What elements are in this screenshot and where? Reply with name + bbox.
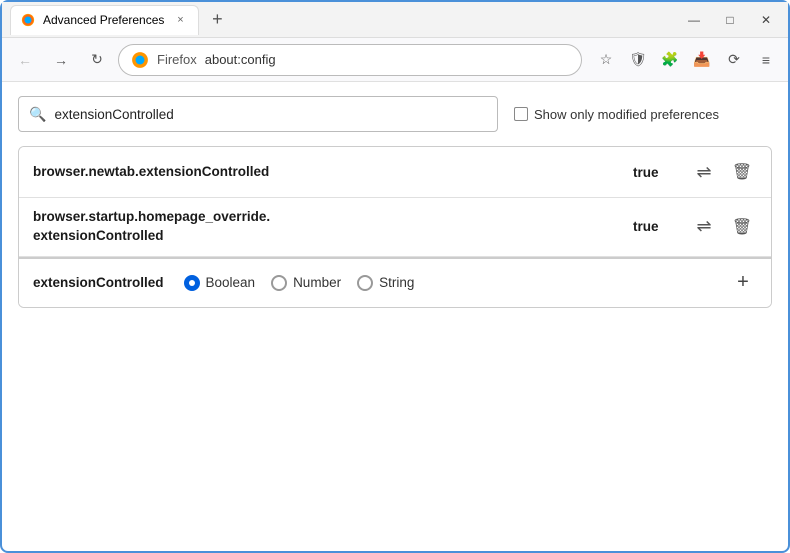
shield-icon: 🛡 [629, 51, 647, 68]
radio-number[interactable]: Number [271, 275, 341, 291]
forward-button[interactable]: → [46, 45, 76, 75]
menu-icon: ≡ [762, 52, 770, 68]
search-input[interactable] [54, 107, 487, 122]
new-preference-row: extensionControlled Boolean Number Strin… [19, 257, 771, 307]
trash-icon-1: 🗑 [732, 162, 752, 182]
browser-tab[interactable]: Advanced Preferences × [10, 5, 199, 35]
pref-name-2: browser.startup.homepage_override. exten… [33, 208, 633, 246]
new-pref-name: extensionControlled [33, 275, 164, 290]
search-row: 🔍 Show only modified preferences [18, 96, 772, 132]
radio-boolean[interactable]: Boolean [184, 275, 256, 291]
delete-button-1[interactable]: 🗑 [727, 157, 757, 187]
search-icon: 🔍 [29, 106, 46, 123]
pref-actions-1: ⇌ 🗑 [689, 157, 757, 187]
close-window-button[interactable]: ✕ [752, 6, 780, 34]
radio-circle-number [271, 275, 287, 291]
delete-button-2[interactable]: 🗑 [727, 212, 757, 242]
window-controls: — □ ✕ [680, 6, 780, 34]
extension-icon: 🧩 [661, 51, 678, 68]
maximize-button[interactable]: □ [716, 6, 744, 34]
nav-icons: ☆ 🛡 🧩 📥 ⟳ ≡ [592, 46, 780, 74]
type-radio-group: Boolean Number String [184, 275, 729, 291]
transfer-icon-1: ⇌ [696, 162, 711, 183]
address-text: about:config [205, 52, 569, 67]
address-bar[interactable]: Firefox about:config [118, 44, 582, 76]
title-bar: Advanced Preferences × + — □ ✕ [2, 2, 788, 38]
radio-label-string: String [379, 275, 414, 290]
extensions-button[interactable]: 🧩 [656, 46, 684, 74]
radio-label-boolean: Boolean [206, 275, 256, 290]
pref-value-1: true [633, 165, 673, 180]
firefox-label: Firefox [157, 52, 197, 67]
plus-icon: + [737, 271, 749, 294]
sync-icon: ⟳ [728, 51, 740, 68]
add-preference-button[interactable]: + [729, 269, 757, 297]
tab-close-button[interactable]: × [172, 12, 188, 28]
radio-circle-string [357, 275, 373, 291]
preferences-table: browser.newtab.extensionControlled true … [18, 146, 772, 308]
show-modified-checkbox[interactable] [514, 107, 528, 121]
radio-string[interactable]: String [357, 275, 414, 291]
menu-button[interactable]: ≡ [752, 46, 780, 74]
bookmark-icon: ☆ [600, 51, 613, 68]
content-area: risk.com 🔍 Show only modified preference… [2, 82, 788, 322]
download-button[interactable]: 📥 [688, 46, 716, 74]
radio-label-number: Number [293, 275, 341, 290]
radio-circle-boolean [184, 275, 200, 291]
bookmark-button[interactable]: ☆ [592, 46, 620, 74]
nav-bar: ← → ↻ Firefox about:config ☆ 🛡 🧩 📥 ⟳ [2, 38, 788, 82]
show-modified-text: Show only modified preferences [534, 107, 719, 122]
pref-actions-2: ⇌ 🗑 [689, 212, 757, 242]
show-modified-label[interactable]: Show only modified preferences [514, 107, 719, 122]
trash-icon-2: 🗑 [732, 217, 752, 237]
transfer-icon-2: ⇌ [696, 216, 711, 237]
tab-favicon [21, 13, 35, 27]
refresh-button[interactable]: ↻ [82, 45, 112, 75]
pref-name-1: browser.newtab.extensionControlled [33, 163, 633, 182]
minimize-button[interactable]: — [680, 6, 708, 34]
new-tab-button[interactable]: + [203, 6, 231, 34]
search-box[interactable]: 🔍 [18, 96, 498, 132]
download-icon: 📥 [693, 51, 710, 68]
back-button[interactable]: ← [10, 45, 40, 75]
shield-button[interactable]: 🛡 [624, 46, 652, 74]
firefox-icon [131, 51, 149, 69]
tab-label: Advanced Preferences [43, 13, 164, 27]
sync-button[interactable]: ⟳ [720, 46, 748, 74]
table-row: browser.startup.homepage_override. exten… [19, 198, 771, 257]
toggle-button-2[interactable]: ⇌ [689, 212, 719, 242]
table-row: browser.newtab.extensionControlled true … [19, 147, 771, 198]
pref-value-2: true [633, 219, 673, 234]
toggle-button-1[interactable]: ⇌ [689, 157, 719, 187]
